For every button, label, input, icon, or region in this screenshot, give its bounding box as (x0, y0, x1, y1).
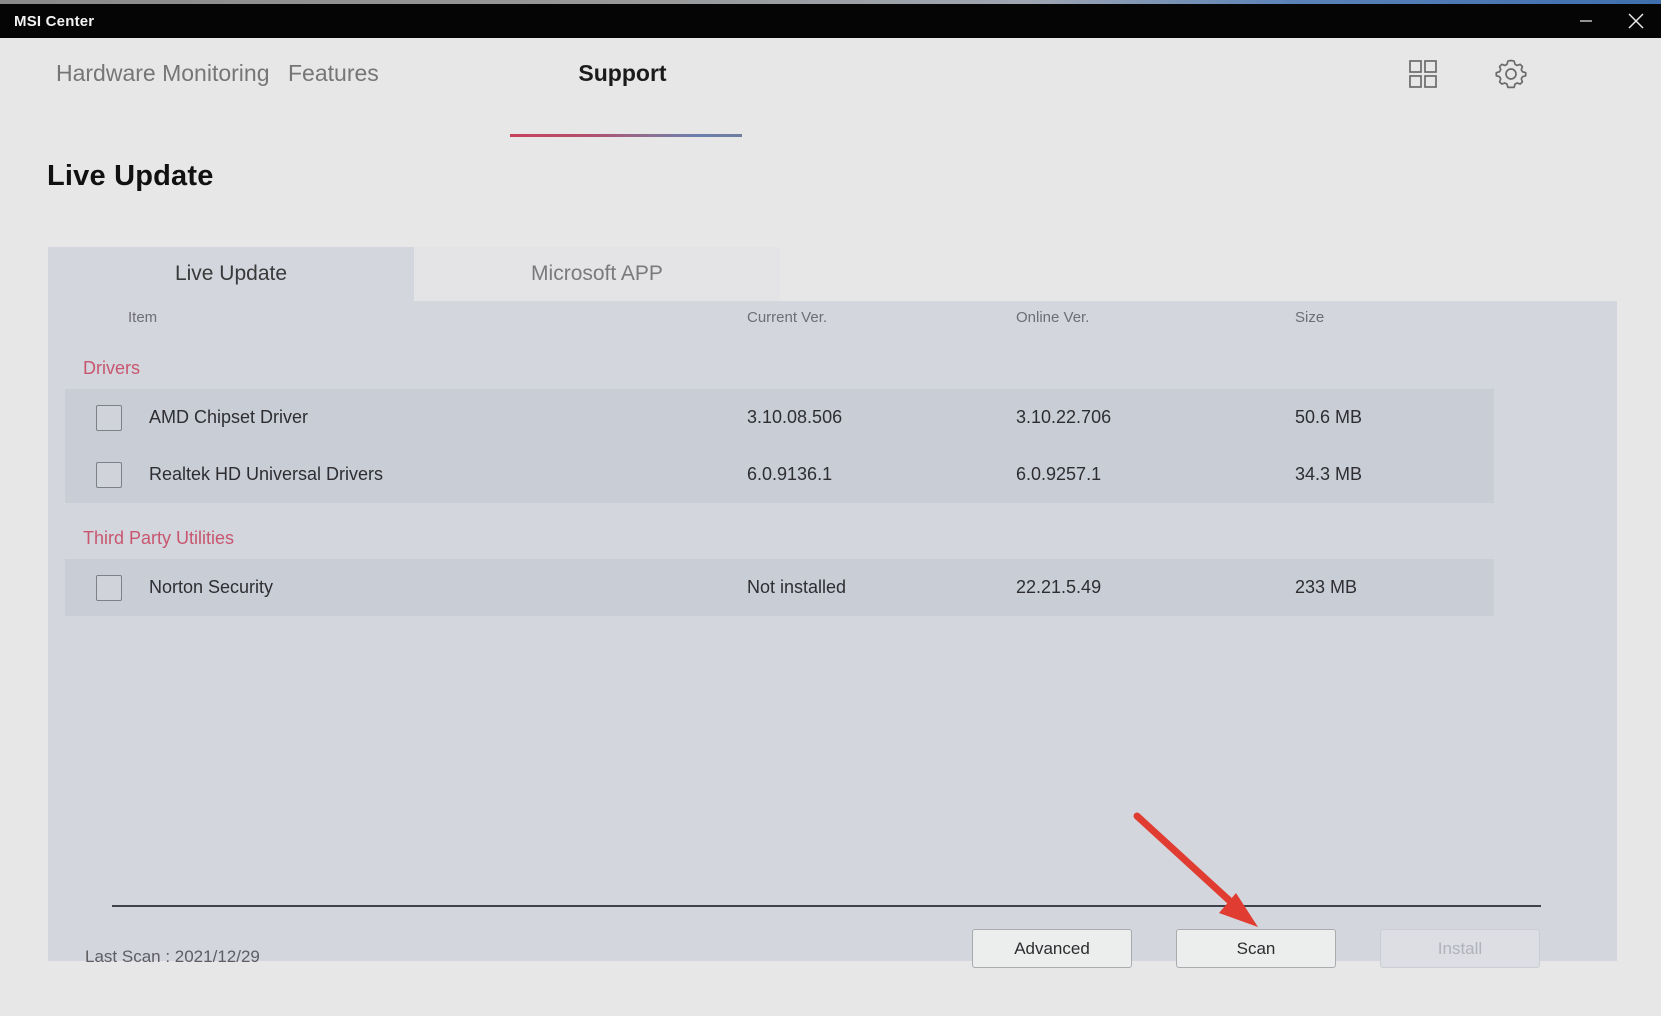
table-row[interactable]: AMD Chipset Driver 3.10.08.506 3.10.22.7… (65, 389, 1494, 446)
title-bar: MSI Center (0, 4, 1661, 38)
cell-item-name: Norton Security (149, 577, 273, 598)
footer-button-group: Advanced Scan Install (972, 929, 1540, 968)
grid-apps-button[interactable] (1401, 52, 1445, 96)
live-update-panel: Item Current Ver. Online Ver. Size Drive… (48, 301, 1617, 961)
cell-online-ver: 3.10.22.706 (1016, 407, 1111, 428)
install-button: Install (1380, 929, 1540, 968)
close-button[interactable] (1611, 4, 1661, 38)
cell-item-name: AMD Chipset Driver (149, 407, 308, 428)
group-label-drivers: Drivers (83, 358, 140, 379)
cell-current-ver: 3.10.08.506 (747, 407, 842, 428)
last-scan-label: Last Scan : 2021/12/29 (85, 947, 260, 967)
cell-online-ver: 22.21.5.49 (1016, 577, 1101, 598)
cell-size: 34.3 MB (1295, 464, 1362, 485)
settings-button[interactable] (1489, 52, 1533, 96)
row-checkbox[interactable] (96, 575, 122, 601)
grid-apps-icon (1406, 57, 1440, 91)
nav-tab-support[interactable]: Support (506, 38, 739, 109)
window-title: MSI Center (14, 13, 94, 30)
group-label-third-party-utilities: Third Party Utilities (83, 528, 234, 549)
footer-divider (112, 905, 1541, 907)
cell-current-ver: 6.0.9136.1 (747, 464, 832, 485)
inner-tab-live-update[interactable]: Live Update (48, 247, 414, 301)
nav-tab-label: Support (578, 60, 666, 87)
main-navigation-bar: Hardware Monitoring Features Support (0, 38, 1661, 109)
row-checkbox[interactable] (96, 462, 122, 488)
button-label: Scan (1237, 939, 1276, 959)
table-row[interactable]: Norton Security Not installed 22.21.5.49… (65, 559, 1494, 616)
row-checkbox[interactable] (96, 405, 122, 431)
inner-tab-label: Live Update (175, 262, 287, 286)
column-header-current-ver: Current Ver. (747, 309, 827, 326)
inner-tab-microsoft-app[interactable]: Microsoft APP (414, 247, 780, 301)
nav-tab-features[interactable]: Features (288, 38, 506, 109)
nav-tab-list: Hardware Monitoring Features Support (56, 38, 739, 109)
table-row[interactable]: Realtek HD Universal Drivers 6.0.9136.1 … (65, 446, 1494, 503)
cell-current-ver: Not installed (747, 577, 846, 598)
gear-icon (1492, 55, 1530, 93)
nav-tab-label: Features (288, 60, 379, 87)
inner-tab-label: Microsoft APP (531, 262, 663, 286)
column-header-online-ver: Online Ver. (1016, 309, 1089, 326)
minimize-button[interactable] (1561, 4, 1611, 38)
cell-size: 233 MB (1295, 577, 1357, 598)
button-label: Advanced (1014, 939, 1090, 959)
advanced-button[interactable]: Advanced (972, 929, 1132, 968)
column-header-item: Item (128, 309, 157, 326)
active-tab-underline (510, 134, 742, 137)
inner-tab-list: Live Update Microsoft APP (48, 247, 780, 301)
msi-center-window: MSI Center Hardware Monitoring Features (0, 0, 1661, 1016)
cell-online-ver: 6.0.9257.1 (1016, 464, 1101, 485)
cell-size: 50.6 MB (1295, 407, 1362, 428)
nav-tab-label: Hardware Monitoring (56, 60, 269, 87)
window-controls (1561, 4, 1661, 38)
nav-icon-group (1401, 38, 1533, 109)
cell-item-name: Realtek HD Universal Drivers (149, 464, 383, 485)
close-icon (1625, 10, 1647, 32)
minimize-icon (1576, 11, 1596, 31)
column-header-size: Size (1295, 309, 1324, 326)
nav-tab-hardware-monitoring[interactable]: Hardware Monitoring (56, 38, 288, 109)
scan-button[interactable]: Scan (1176, 929, 1336, 968)
button-label: Install (1438, 939, 1482, 959)
page-title: Live Update (47, 160, 214, 193)
